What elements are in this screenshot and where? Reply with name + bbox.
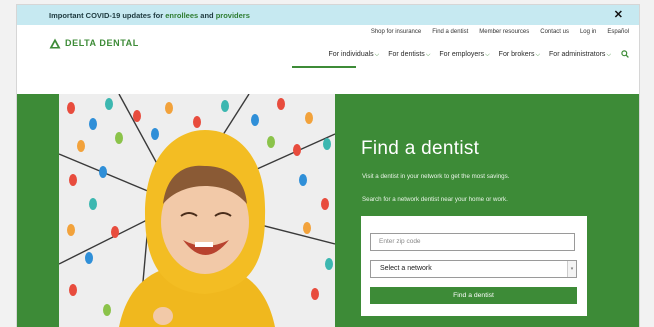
nav-label: For dentists (388, 51, 425, 58)
child-with-umbrella-illustration (59, 94, 335, 327)
find-dentist-form: Enter zip code Select a network ▾ Find a… (361, 216, 587, 316)
util-member-resources[interactable]: Member resources (479, 29, 529, 35)
zip-code-input[interactable]: Enter zip code (370, 233, 575, 251)
covid-alert-banner: Important COVID-19 updates for enrollees… (17, 5, 639, 25)
hero-photo (59, 94, 335, 327)
logo-text: DELTA DENTAL (65, 38, 139, 48)
util-find-a-dentist[interactable]: Find a dentist (432, 29, 468, 35)
nav-label: For employers (439, 51, 485, 58)
hero-subtitle-savings: Visit a dentist in your network to get t… (362, 173, 510, 180)
util-shop-for-insurance[interactable]: Shop for insurance (371, 29, 421, 35)
chevron-down-icon: ⌵ (485, 52, 490, 58)
utility-nav: Shop for insurance Find a dentist Member… (360, 29, 629, 35)
delta-dental-logo[interactable]: DELTA DENTAL (49, 36, 139, 50)
util-contact-us[interactable]: Contact us (540, 29, 569, 35)
delta-triangle-icon (49, 38, 61, 48)
search-icon[interactable] (621, 50, 629, 60)
nav-for-dentists[interactable]: For dentists⌵ (388, 51, 430, 59)
find-dentist-button[interactable]: Find a dentist (370, 287, 577, 304)
nav-for-brokers[interactable]: For brokers⌵ (499, 51, 540, 59)
chevron-down-icon: ▾ (567, 261, 576, 277)
alert-message: Important COVID-19 updates for enrollees… (49, 11, 250, 20)
chevron-down-icon: ⌵ (535, 52, 541, 58)
network-select-value: Select a network (380, 265, 432, 272)
alert-prefix: Important COVID-19 updates for (49, 11, 166, 20)
hero-section: Find a dentist Visit a dentist in your n… (17, 94, 639, 327)
nav-label: For individuals (328, 51, 374, 58)
main-nav: For individuals⌵ For dentists⌵ For emplo… (320, 50, 629, 60)
util-log-in[interactable]: Log in (580, 29, 596, 35)
hero-subtitle-search: Search for a network dentist near your h… (362, 196, 508, 203)
enrollees-link[interactable]: enrollees (165, 11, 198, 20)
active-nav-indicator (292, 66, 356, 68)
chevron-down-icon: ⌵ (374, 52, 380, 58)
nav-label: For brokers (498, 51, 535, 58)
alert-middle: and (198, 11, 216, 20)
nav-label: For administrators (549, 51, 606, 58)
chevron-down-icon: ⌵ (606, 52, 611, 58)
nav-for-individuals[interactable]: For individuals⌵ (329, 51, 380, 59)
util-espanol[interactable]: Español (607, 29, 629, 35)
chevron-down-icon: ⌵ (425, 52, 431, 58)
close-icon[interactable]: ✕ (614, 8, 623, 21)
browser-viewport: Important COVID-19 updates for enrollees… (16, 4, 640, 327)
nav-for-administrators[interactable]: For administrators⌵ (549, 51, 611, 59)
providers-link[interactable]: providers (216, 11, 250, 20)
nav-for-employers[interactable]: For employers⌵ (439, 51, 489, 59)
page-title: Find a dentist (361, 138, 480, 159)
network-select[interactable]: Select a network ▾ (370, 260, 577, 278)
